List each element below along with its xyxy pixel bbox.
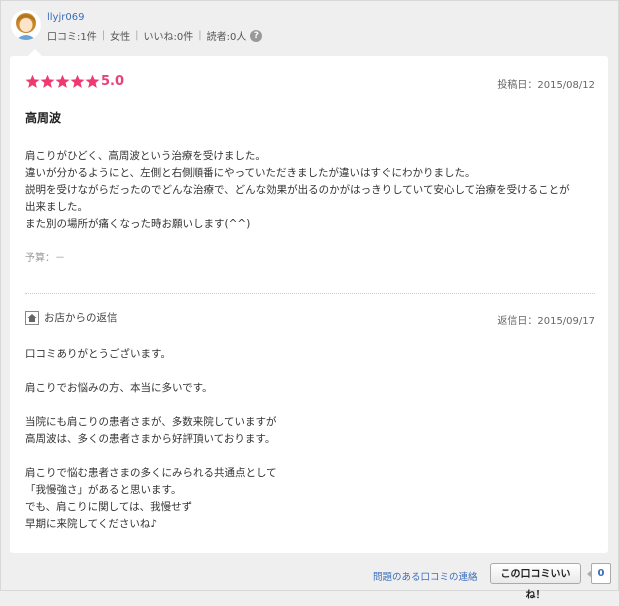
post-date: 投稿日：2015/08/12 [497,80,595,91]
reviewer-username[interactable]: llyjr069 [47,12,84,23]
review-body: 肩こりがひどく、高周波という治療を受けました。 違いが分かるようにと、左側と右側… [25,148,595,233]
reply-date: 返信日：2015/09/17 [497,316,595,327]
reply-line: でも、肩こりに関しては、我慢せず [25,501,193,513]
reply-line [25,363,595,380]
avatar-icon [11,10,41,40]
reply-body: 口コミありがとうございます。 肩こりでお悩みの方、本当に多いです。 当院にも肩こ… [25,346,595,533]
reviewer-stats: 口コミ:1件 | 女性 | いいね:0件 | 読者:0人 ? [47,28,263,43]
reply-line [25,397,595,414]
stats-separator: | [101,30,106,41]
reply-line: 口コミありがとうございます。 [25,348,171,360]
card-notch [28,49,42,56]
stats-separator: | [135,30,139,41]
star-icon [40,74,55,88]
review-line: また別の場所が痛くなった時お願いします(^^) [25,218,251,230]
reply-line: 高周波は、多くの患者さまから好評頂いております。 [25,433,276,445]
review-line: 肩こりがひどく、高周波という治療を受けました。 [25,150,266,162]
like-review-button[interactable]: この口コミいいね！ [490,563,581,601]
star-icon [25,74,40,88]
reply-line: 「我慢強さ」があると思います。 [25,484,182,496]
reply-heading: お店からの返信 [25,310,118,325]
star-rating: 5.0 [25,74,124,89]
star-icon [85,74,100,88]
budget: 予算：－ [25,253,65,264]
reply-line: 早期に来院してくださいね♪ [25,518,158,530]
review-card: 5.0 投稿日：2015/08/12 高周波 肩こりがひどく、高周波という治療を… [10,49,608,553]
section-divider [25,293,595,294]
reviewer-avatar[interactable] [11,10,41,40]
star-icon [55,74,70,88]
star-icon [70,74,85,88]
reply-line: 肩こりでお悩みの方、本当に多いです。 [25,382,213,394]
home-icon [25,310,39,325]
help-icon[interactable]: ? [250,29,263,42]
review-line: 説明を受けながらだったのでどんな治療で、どんな効果が出るのかがはっきりしていて安… [25,184,570,196]
like-count: 0 [587,563,611,584]
reader-count: 読者:0人 [206,32,247,43]
count-pointer [587,570,592,578]
gender: 女性 [110,32,131,43]
reply-line [25,448,595,465]
review-line: 出来ました。 [25,201,88,213]
review-count: 口コミ:1件 [47,32,97,43]
like-count-value: 0 [597,568,605,579]
stats-separator: | [198,30,202,41]
review-line: 違いが分かるようにと、左側と右側順番にやっていただきましたが違いはすぐにわかりま… [25,167,476,179]
rating-value: 5.0 [101,74,125,89]
report-review-link[interactable]: 問題のある口コミの連絡 [373,569,478,583]
reply-line: 肩こりで悩む患者さまの多くにみられる共通点として [25,467,277,479]
like-total: いいね:0件 [143,32,194,43]
review-title: 高周波 [25,111,62,125]
review-panel: llyjr069 口コミ:1件 | 女性 | いいね:0件 | 読者:0人 ? … [0,0,619,601]
reply-line: 当院にも肩こりの患者さまが、多数来院していますが [25,416,277,428]
reply-heading-label: お店からの返信 [44,312,118,324]
